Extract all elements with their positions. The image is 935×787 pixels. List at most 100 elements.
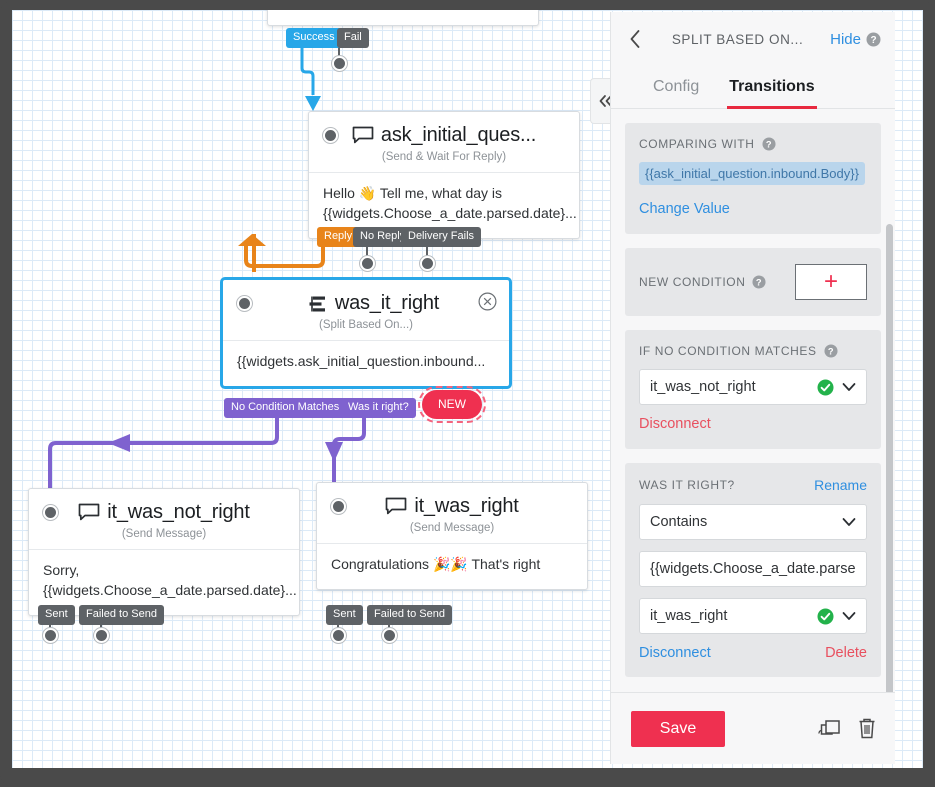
panel-header: SPLIT BASED ON... Hide ? xyxy=(611,12,895,66)
no-condition-target-select[interactable]: it_was_not_right xyxy=(639,369,867,405)
connector-dot[interactable] xyxy=(43,628,58,643)
section-header: NEW CONDITION ? + xyxy=(639,264,867,300)
node-title: it_was_not_right xyxy=(43,501,285,524)
panel-title: SPLIT BASED ON... xyxy=(671,31,804,47)
message-bubble-icon xyxy=(352,126,374,144)
help-circle-icon[interactable]: ? xyxy=(866,32,881,47)
node-input-dot[interactable] xyxy=(237,296,252,311)
check-circle-icon xyxy=(817,379,834,395)
condition-target-select[interactable]: it_was_right xyxy=(639,598,867,634)
footer-actions xyxy=(818,717,877,740)
tab-transitions[interactable]: Transitions xyxy=(727,72,817,109)
node-subtitle: (Send & Wait For Reply) xyxy=(381,151,507,163)
panel-scrollbar[interactable] xyxy=(886,224,893,692)
node-card-it-was-not-right[interactable]: it_was_not_right (Send Message) Sorry, {… xyxy=(28,488,300,616)
save-button[interactable]: Save xyxy=(631,710,725,747)
section-header: WAS IT RIGHT? Rename xyxy=(639,477,867,493)
port-pill-was-it-right[interactable]: Was it right? xyxy=(341,398,416,418)
condition-disconnect-link[interactable]: Disconnect xyxy=(639,645,711,661)
node-title: ask_initial_ques... xyxy=(323,124,565,147)
chevron-left-icon[interactable] xyxy=(625,29,645,49)
section-condition-was-it-right: WAS IT RIGHT? Rename Contains {{widgets.… xyxy=(625,463,881,677)
section-comparing-with: COMPARING WITH ? {{ask_initial_question.… xyxy=(625,123,881,234)
svg-text:?: ? xyxy=(756,277,762,287)
app-window: Success Fail ask_initial_ques... (Send &… xyxy=(0,0,935,787)
node-subtitle: (Send Message) xyxy=(409,522,495,534)
chevron-down-icon[interactable] xyxy=(842,611,856,621)
section-new-condition: NEW CONDITION ? + xyxy=(625,248,881,316)
condition-value-input[interactable]: {{widgets.Choose_a_date.parse xyxy=(639,551,867,587)
condition-links: Disconnect Delete xyxy=(639,634,867,661)
node-header: ask_initial_ques... xyxy=(309,112,579,147)
node-card-was-it-right[interactable]: was_it_right (Split Based On...) {{widge… xyxy=(220,277,512,389)
node-header: was_it_right xyxy=(223,280,509,315)
select-value: it_was_not_right xyxy=(650,379,756,395)
panel-footer: Save xyxy=(611,692,895,764)
panel-tabs: Config Transitions xyxy=(611,66,895,109)
split-icon xyxy=(309,296,325,311)
svg-text:?: ? xyxy=(765,139,771,149)
connector-dot[interactable] xyxy=(382,628,397,643)
section-label-text: COMPARING WITH xyxy=(639,137,755,151)
svg-text:?: ? xyxy=(870,35,876,46)
node-header: it_was_not_right xyxy=(29,489,299,524)
node-subtitle: (Send Message) xyxy=(121,528,207,540)
node-title-text: it_was_right xyxy=(414,495,519,517)
node-title: was_it_right xyxy=(252,292,495,315)
node-subtitle: (Split Based On...) xyxy=(319,319,413,331)
chevron-down-icon[interactable] xyxy=(842,517,856,527)
transitions-panel: SPLIT BASED ON... Hide ? Config Transiti… xyxy=(610,12,895,764)
hide-link[interactable]: Hide xyxy=(830,31,861,48)
node-title: it_was_right xyxy=(331,495,573,518)
section-label: IF NO CONDITION MATCHES ? xyxy=(639,344,867,358)
section-label: COMPARING WITH ? xyxy=(639,137,867,151)
node-header: it_was_right xyxy=(317,483,587,518)
node-card-ask-initial-question[interactable]: ask_initial_ques... (Send & Wait For Rep… xyxy=(308,111,580,239)
rename-link[interactable]: Rename xyxy=(814,477,867,493)
section-label-text: IF NO CONDITION MATCHES xyxy=(639,344,817,358)
help-circle-icon[interactable]: ? xyxy=(824,344,838,358)
node-card-partial[interactable] xyxy=(267,10,539,26)
no-condition-disconnect-link[interactable]: Disconnect xyxy=(639,416,711,432)
message-bubble-icon xyxy=(385,497,407,515)
help-circle-icon[interactable]: ? xyxy=(752,275,767,289)
comparing-with-value[interactable]: {{ask_initial_question.inbound.Body}} xyxy=(639,162,865,185)
node-body-text: Congratulations 🎉🎉 That's right xyxy=(317,543,587,589)
connector-dot[interactable] xyxy=(420,256,435,271)
connector-dot[interactable] xyxy=(332,56,347,71)
panel-content[interactable]: COMPARING WITH ? {{ask_initial_question.… xyxy=(611,109,895,692)
node-title-text: it_was_not_right xyxy=(107,501,250,523)
node-body-text: {{widgets.ask_initial_question.inbound..… xyxy=(223,340,509,386)
trash-icon[interactable] xyxy=(857,717,877,740)
close-icon[interactable] xyxy=(478,292,497,311)
port-pill-sent[interactable]: Sent xyxy=(38,605,75,625)
port-pill-failed-to-send[interactable]: Failed to Send xyxy=(79,605,164,625)
section-label-text: NEW CONDITION xyxy=(639,275,746,289)
help-circle-icon[interactable]: ? xyxy=(761,137,776,151)
port-pill-sent[interactable]: Sent xyxy=(326,605,363,625)
add-condition-button[interactable]: + xyxy=(795,264,867,300)
message-bubble-icon xyxy=(78,503,100,521)
port-pill-success[interactable]: Success xyxy=(286,28,342,48)
chevron-down-icon[interactable] xyxy=(842,382,856,392)
section-label-text: WAS IT RIGHT? xyxy=(639,478,735,492)
section-if-no-condition-matches: IF NO CONDITION MATCHES ? it_was_not_rig… xyxy=(625,330,881,449)
check-circle-icon xyxy=(817,608,834,624)
duplicate-icon[interactable] xyxy=(818,718,841,739)
connector-dot[interactable] xyxy=(94,628,109,643)
select-value: Contains xyxy=(650,514,708,530)
port-pill-delivery-fails[interactable]: Delivery Fails xyxy=(401,227,482,247)
condition-operator-select[interactable]: Contains xyxy=(639,504,867,540)
condition-delete-link[interactable]: Delete xyxy=(825,645,867,661)
port-pill-new[interactable]: NEW xyxy=(418,386,486,423)
node-card-it-was-right[interactable]: it_was_right (Send Message) Congratulati… xyxy=(316,482,588,590)
svg-text:?: ? xyxy=(827,346,833,356)
port-pill-failed-to-send[interactable]: Failed to Send xyxy=(367,605,452,625)
connector-dot[interactable] xyxy=(331,628,346,643)
input-value: {{widgets.Choose_a_date.parse xyxy=(650,561,856,577)
change-value-link[interactable]: Change Value xyxy=(639,201,730,217)
connector-dot[interactable] xyxy=(360,256,375,271)
tab-config[interactable]: Config xyxy=(651,72,701,109)
port-pill-no-condition-matches[interactable]: No Condition Matches xyxy=(224,398,347,418)
port-pill-fail[interactable]: Fail xyxy=(337,28,369,48)
